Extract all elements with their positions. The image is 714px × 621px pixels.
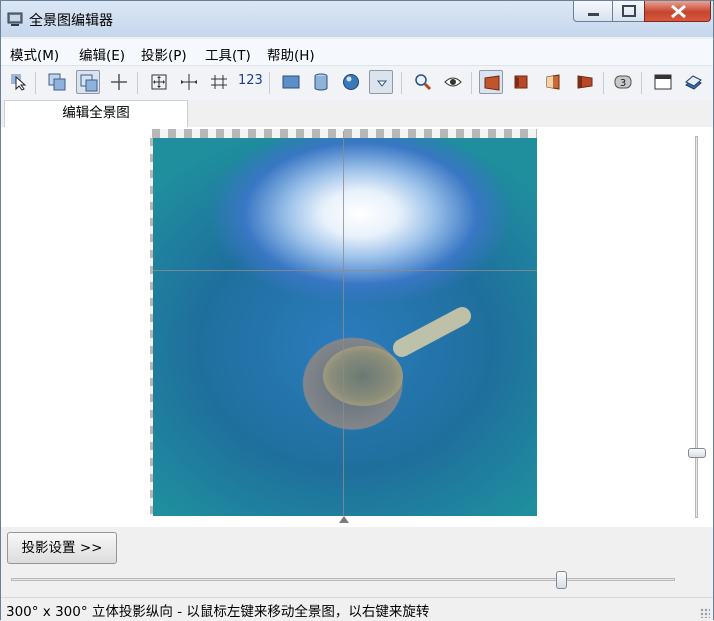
- move-pano-pressed-button[interactable]: [76, 70, 100, 94]
- select-tool-button[interactable]: [7, 70, 31, 94]
- badge-3-text: 3: [620, 78, 626, 89]
- tab-edit-panorama[interactable]: 编辑全景图: [4, 100, 188, 127]
- projection-dropdown-button[interactable]: [369, 70, 393, 94]
- transparency-border-top: [152, 129, 537, 138]
- brown-panel-2-icon: [514, 75, 528, 89]
- status-text: 300° x 300° 立体投影纵向 - 以鼠标左键来移动全景图，以右键来旋转: [6, 604, 430, 620]
- numbers-button[interactable]: 123: [238, 73, 263, 88]
- horizontal-slider-track[interactable]: [11, 578, 675, 581]
- book-icon: [685, 75, 702, 90]
- toolbar-separator: [401, 72, 402, 94]
- center-marker-icon: [339, 516, 349, 523]
- toolbar-separator: [641, 72, 642, 94]
- toolbar-separator: [137, 72, 138, 94]
- menu-mode[interactable]: 模式(M): [10, 44, 59, 64]
- maximize-button[interactable]: [612, 1, 645, 22]
- app-icon: [7, 12, 23, 26]
- rectangle-projection-icon: [282, 75, 300, 89]
- resize-grip-icon[interactable]: [700, 608, 710, 618]
- menu-bar: 模式(M) 编辑(E) 投影(P) 工具(T) 帮助(H): [1, 39, 713, 66]
- crosshair-icon: [111, 74, 127, 90]
- panorama-island: [323, 346, 403, 406]
- crosshair-vertical-line: [343, 131, 344, 516]
- window-title: 全景图编辑器: [29, 13, 113, 29]
- status-bar: 300° x 300° 立体投影纵向 - 以鼠标左键来移动全景图，以右键来旋转: [1, 597, 713, 621]
- horizontal-slider-thumb[interactable]: [556, 571, 567, 589]
- center-v-icon: [211, 75, 227, 89]
- app-window: 全景图编辑器 模式(M) 编辑(E) 投影(P) 工具(T) 帮助(H) 123…: [0, 0, 714, 621]
- window-button[interactable]: [651, 70, 675, 94]
- menu-tools[interactable]: 工具(T): [205, 44, 251, 64]
- center-vertical-button[interactable]: [207, 70, 231, 94]
- rectangle-projection-button[interactable]: [279, 70, 303, 94]
- toolbar: 123 3: [1, 66, 713, 100]
- preview-eye-icon: [444, 77, 462, 87]
- sphere-projection-icon: [343, 74, 359, 90]
- badge-3-button[interactable]: 3: [611, 70, 635, 94]
- vertical-slider-track[interactable]: [695, 136, 698, 518]
- minimize-icon: [588, 13, 599, 16]
- projection-settings-button[interactable]: 投影设置 >>: [7, 532, 117, 564]
- zoom-button[interactable]: [411, 70, 435, 94]
- tab-strip: 编辑全景图: [1, 100, 713, 128]
- center-h-icon: [181, 74, 197, 90]
- menu-help[interactable]: 帮助(H): [267, 44, 315, 64]
- cylinder-projection-icon: [314, 73, 328, 91]
- vertical-slider-thumb[interactable]: [688, 448, 706, 458]
- window-icon: [654, 74, 672, 90]
- projection-dropdown-icon: [376, 80, 388, 87]
- close-icon: [671, 4, 686, 19]
- expand-icon: [151, 74, 167, 90]
- select-arrow-icon: [11, 74, 27, 91]
- toolbar-separator: [471, 72, 472, 94]
- center-horizontal-button[interactable]: [177, 70, 201, 94]
- book-button[interactable]: [681, 70, 705, 94]
- crosshair-horizontal-line: [153, 270, 537, 271]
- badge-3-icon: 3: [614, 75, 632, 89]
- close-button[interactable]: [644, 1, 711, 22]
- move-pano-pressed-icon: [80, 74, 98, 92]
- title-bar: 全景图编辑器: [1, 1, 713, 37]
- brown-panel-1-icon: [484, 75, 500, 91]
- minimize-button[interactable]: [573, 1, 613, 22]
- panel-view-3-button[interactable]: [541, 70, 565, 94]
- menu-edit[interactable]: 编辑(E): [79, 44, 125, 64]
- zoom-icon: [415, 74, 432, 91]
- toolbar-separator: [35, 72, 36, 94]
- move-pano-icon: [48, 73, 66, 91]
- cylinder-projection-button[interactable]: [309, 70, 333, 94]
- panorama-preview-image[interactable]: [153, 138, 537, 516]
- maximize-icon: [622, 5, 636, 17]
- brown-panel-4-icon: [577, 75, 593, 89]
- expand-button[interactable]: [147, 70, 171, 94]
- toolbar-separator: [603, 72, 604, 94]
- move-pano-button[interactable]: [45, 70, 69, 94]
- menu-projection[interactable]: 投影(P): [141, 44, 187, 64]
- panel-view-4-button[interactable]: [573, 70, 597, 94]
- sphere-projection-button[interactable]: [339, 70, 363, 94]
- toolbar-separator: [269, 72, 270, 94]
- panel-view-2-button[interactable]: [509, 70, 533, 94]
- panel-view-1-button[interactable]: [479, 70, 503, 94]
- brown-panel-3-icon: [546, 74, 560, 90]
- crosshair-button[interactable]: [107, 70, 131, 94]
- preview-eye-button[interactable]: [441, 70, 465, 94]
